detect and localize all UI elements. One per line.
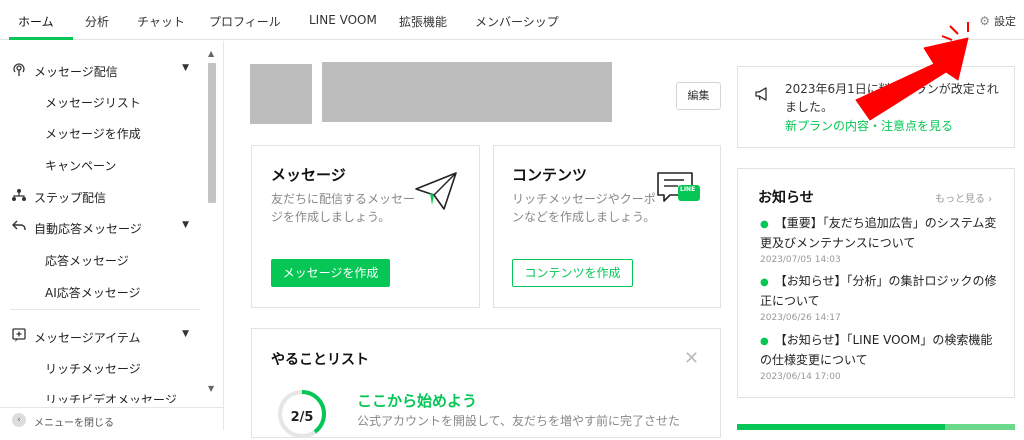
tab-home[interactable]: ホーム — [18, 13, 54, 30]
sidebar-scrollbar[interactable]: ▲ ▼ — [206, 49, 218, 399]
line-badge: LINE — [680, 186, 696, 193]
news-item-text: 【重要】「友だち追加広告」のシステム変更及びメンテナンスについて — [760, 216, 997, 250]
bullet-dot-icon: ● — [760, 336, 769, 347]
sidebar-divider — [10, 309, 200, 310]
news-item-text: 【お知らせ】「LINE VOOM」の検索機能の仕様変更について — [760, 333, 993, 367]
bullet-dot-icon: ● — [760, 219, 769, 230]
sidebar-item-create-message[interactable]: メッセージを作成 — [0, 117, 205, 147]
caret-down-icon: ▼ — [182, 329, 189, 339]
sidebar-item-message-delivery[interactable]: メッセージ配信 ▼ — [0, 55, 205, 85]
sidebar-item-label: 自動応答メッセージ — [34, 222, 142, 236]
sidebar-item-reply-message[interactable]: 応答メッセージ — [0, 244, 205, 274]
tab-chat[interactable]: チャット — [137, 13, 185, 30]
annotation-arrow-icon — [855, 22, 969, 121]
active-tab-indicator — [9, 37, 73, 40]
paper-plane-icon — [414, 171, 458, 211]
news-item[interactable]: ● 【お知らせ】「分析」の集計ロジックの修正について 2023/06/26 14:… — [760, 272, 998, 323]
todo-heading: ここから始めよう — [357, 392, 478, 410]
create-message-button[interactable]: メッセージを作成 — [271, 259, 390, 287]
news-item-text: 【お知らせ】「分析」の集計ロジックの修正について — [760, 274, 997, 308]
message-item-icon — [11, 327, 27, 343]
scroll-down-icon[interactable]: ▼ — [208, 384, 214, 393]
message-card-desc: 友だちに配信するメッセージを作成しましょう。 — [271, 192, 416, 224]
sidebar-item-message-list[interactable]: メッセージリスト — [0, 86, 205, 116]
sidebar-item-label: 応答メッセージ — [45, 254, 129, 268]
edit-button[interactable]: 編集 — [676, 82, 721, 110]
caret-down-icon: ▼ — [182, 63, 189, 73]
megaphone-icon — [754, 86, 770, 106]
bullet-dot-icon: ● — [760, 277, 769, 288]
sidebar-item-label: リッチメッセージ — [45, 362, 141, 376]
caret-down-icon: ▼ — [182, 220, 189, 230]
news-more-link[interactable]: もっと見る › — [935, 190, 992, 205]
sidebar-item-ai-reply[interactable]: AI応答メッセージ — [0, 276, 205, 306]
sidebar-item-label: ステップ配信 — [34, 191, 107, 205]
sidebar-item-rich-video-message[interactable]: リッチビデオメッセージ — [0, 383, 205, 403]
todo-title: やることリスト — [271, 352, 369, 368]
chevron-left-icon: ‹ — [12, 413, 26, 427]
todo-progress-text: 2/5 — [290, 410, 314, 425]
tab-profile[interactable]: プロフィール — [209, 13, 281, 30]
news-item[interactable]: ● 【お知らせ】「LINE VOOM」の検索機能の仕様変更について 2023/06… — [760, 331, 998, 382]
sidebar: メッセージ配信 ▼ メッセージリスト メッセージを作成 キャンペーン ステップ配… — [0, 41, 224, 430]
sidebar-item-label: キャンペーン — [45, 159, 117, 173]
reply-icon — [11, 218, 27, 234]
account-name-redacted — [322, 62, 612, 122]
todo-desc: 公式アカウントを開設して、友だちを増やす前に完了させた — [357, 414, 681, 428]
sidebar-item-label: メッセージリスト — [45, 96, 141, 110]
scroll-thumb[interactable] — [208, 63, 216, 203]
news-item[interactable]: ● 【重要】「友だち追加広告」のシステム変更及びメンテナンスについて 2023/0… — [760, 214, 998, 265]
sidebar-item-label: AI応答メッセージ — [45, 286, 141, 300]
sidebar-item-message-items[interactable]: メッセージアイテム ▼ — [0, 321, 205, 351]
sidebar-item-label: メッセージアイテム — [34, 331, 141, 345]
content-card-desc: リッチメッセージやクーポンなどを作成しましょう。 — [512, 192, 656, 224]
news-title: お知らせ — [758, 190, 814, 206]
step-icon — [11, 187, 27, 203]
tab-extensions[interactable]: 拡張機能 — [399, 13, 447, 30]
scroll-up-icon[interactable]: ▲ — [208, 49, 214, 58]
create-content-button[interactable]: コンテンツを作成 — [512, 259, 633, 287]
close-menu-button[interactable]: ‹ メニューを閉じる — [0, 407, 223, 430]
promo-banner[interactable] — [737, 424, 1015, 430]
tab-line-voom[interactable]: LINE VOOM — [309, 13, 377, 27]
sidebar-item-auto-reply[interactable]: 自動応答メッセージ ▼ — [0, 212, 205, 242]
sidebar-item-label: メッセージを作成 — [45, 127, 141, 141]
tab-membership[interactable]: メンバーシップ — [475, 13, 559, 30]
close-menu-label: メニューを閉じる — [34, 418, 114, 429]
account-avatar-redacted — [250, 64, 312, 124]
news-item-date: 2023/06/26 14:17 — [760, 313, 841, 323]
sidebar-item-label: メッセージ配信 — [34, 65, 118, 79]
news-item-date: 2023/06/14 17:00 — [760, 372, 841, 382]
sidebar-item-rich-message[interactable]: リッチメッセージ — [0, 352, 205, 382]
sidebar-item-step-delivery[interactable]: ステップ配信 — [0, 181, 205, 211]
tab-analytics[interactable]: 分析 — [85, 13, 109, 30]
content-card-title: コンテンツ — [512, 166, 588, 184]
close-icon[interactable]: ✕ — [684, 348, 699, 369]
sidebar-item-campaign[interactable]: キャンペーン — [0, 149, 205, 179]
sidebar-item-label: リッチビデオメッセージ — [45, 393, 177, 403]
message-card-title: メッセージ — [271, 166, 346, 184]
broadcast-icon — [11, 61, 27, 77]
news-item-date: 2023/07/05 14:03 — [760, 255, 841, 265]
